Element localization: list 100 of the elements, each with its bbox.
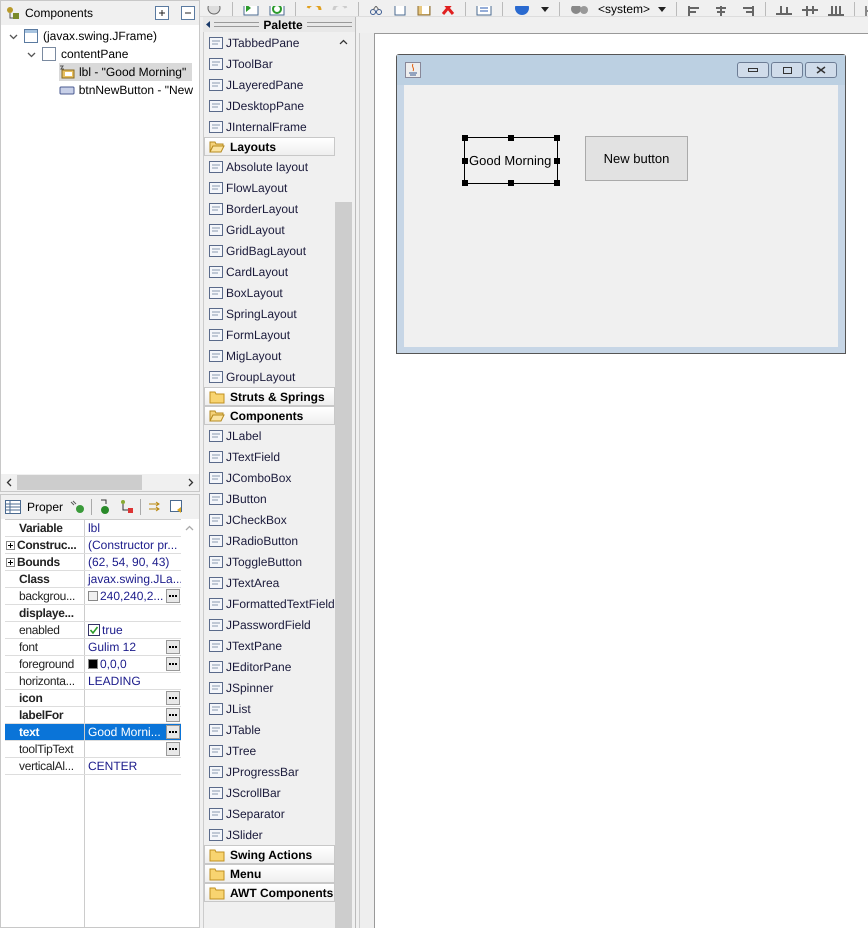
palette-item[interactable]: JInternalFrame [204,116,335,137]
palette-category[interactable]: Menu [204,864,335,883]
align-bottom-icon[interactable] [828,6,844,16]
property-row[interactable]: icon [5,690,181,707]
palette-item[interactable]: CardLayout [204,261,335,282]
ellipsis-button[interactable] [166,691,180,705]
look-and-feel-dropdown[interactable]: <system> [570,0,666,16]
scroll-right-icon[interactable] [188,478,194,487]
palette-item[interactable]: JList [204,698,335,719]
tab-order-icon[interactable] [476,6,492,16]
ellipsis-button[interactable] [166,657,180,671]
palette-item[interactable]: JRadioButton [204,530,335,551]
close-icon[interactable] [816,66,826,74]
palette-item[interactable]: JTabbedPane [204,32,335,53]
property-row[interactable]: toolTipText [5,741,181,758]
palette-item[interactable]: JProgressBar [204,761,335,782]
delete-icon[interactable] [441,6,455,16]
tree-item[interactable]: contentPane [41,45,134,63]
property-value: Gulim 12 [88,639,138,655]
palette-item[interactable]: FlowLayout [204,177,335,198]
refresh-icon[interactable] [269,6,285,16]
palette-item[interactable]: JSeparator [204,803,335,824]
palette-item[interactable]: JDesktopPane [204,95,335,116]
palette-item[interactable]: JToggleButton [204,551,335,572]
palette-item[interactable]: GridLayout [204,219,335,240]
tree-item[interactable]: lbl - "Good Morning" [59,63,192,81]
palette-item[interactable]: JLabel [204,425,335,446]
palette-item[interactable]: GroupLayout [204,366,335,387]
align-top-icon[interactable] [776,6,792,16]
palette-item[interactable]: SpringLayout [204,303,335,324]
palette-item[interactable]: JTree [204,740,335,761]
palette-category[interactable]: Components [204,406,335,425]
palette-category[interactable]: Swing Actions [204,845,335,864]
property-row[interactable]: Bounds (62, 54, 90, 43) [5,554,181,571]
ellipsis-button[interactable] [166,589,180,603]
copy-icon[interactable] [393,6,407,16]
property-row[interactable]: enabled true [5,622,181,639]
collapse-all-icon[interactable] [181,6,195,20]
paste-icon[interactable] [417,6,431,16]
tree-item[interactable]: (javax.swing.JFrame) [23,27,164,45]
palette-item[interactable]: JPasswordField [204,614,335,635]
expand-all-icon[interactable] [155,6,169,20]
scroll-up-icon[interactable] [339,39,348,45]
palette-item[interactable]: GridBagLayout [204,240,335,261]
palette-category[interactable]: AWT Components [204,883,335,902]
palette-item[interactable]: BorderLayout [204,198,335,219]
palette-category[interactable]: Struts & Springs [204,387,335,406]
new-button[interactable]: New button [585,136,688,181]
maximize-button[interactable] [771,62,803,78]
property-row[interactable]: Construc... (Constructor pr... [5,537,181,554]
palette-item[interactable]: JCheckBox [204,509,335,530]
component-icon [208,368,224,384]
palette-item[interactable]: JTable [204,719,335,740]
property-row[interactable]: backgrou... 240,240,2... [5,588,181,605]
ellipsis-button[interactable] [166,640,180,654]
palette-item[interactable]: FormLayout [204,324,335,345]
run-icon[interactable] [243,6,259,16]
align-middle-icon[interactable] [802,6,818,16]
component-icon [208,490,224,506]
property-value: lbl [88,520,102,536]
property-row[interactable]: foreground 0,0,0 [5,656,181,673]
property-row[interactable]: verticalAl... CENTER [5,758,181,775]
tree-item[interactable]: btnNewButton - "New [58,81,199,99]
palette-item[interactable]: JTextArea [204,572,335,593]
expand-icon[interactable] [6,558,15,566]
dropdown-caret-icon[interactable] [541,7,549,12]
ellipsis-button[interactable] [166,725,180,739]
close-button[interactable] [805,62,837,78]
palette-item[interactable]: BoxLayout [204,282,335,303]
scroll-left-icon[interactable] [6,478,12,487]
ellipsis-button[interactable] [166,742,180,756]
property-row[interactable]: Variable lbl [5,520,181,537]
palette-category[interactable]: Layouts [204,137,335,156]
property-row[interactable]: displaye... [5,605,181,622]
horizontal-scrollbar[interactable] [1,474,199,491]
palette-item[interactable]: JLayeredPane [204,74,335,95]
palette-item[interactable]: JEditorPane [204,656,335,677]
palette-item[interactable]: JTextField [204,446,335,467]
palette-item[interactable]: JTextPane [204,635,335,656]
checkbox[interactable] [88,624,100,636]
palette-item[interactable]: JComboBox [204,467,335,488]
ellipsis-button[interactable] [166,708,180,722]
expand-icon[interactable] [6,540,15,550]
palette-item[interactable]: JToolBar [204,53,335,74]
palette-item[interactable]: JFormattedTextField [204,593,335,614]
component-icon [208,428,224,444]
palette-item[interactable]: JScrollBar [204,782,335,803]
component-icon [208,284,224,300]
property-row[interactable]: horizonta... LEADING [5,673,181,690]
scrollbar-thumb[interactable] [17,475,142,490]
property-row[interactable]: font Gulim 12 [5,639,181,656]
palette-item[interactable]: JButton [204,488,335,509]
scrollbar-thumb[interactable] [335,202,352,928]
palette-item[interactable]: JSlider [204,824,335,845]
collapse-palette-icon[interactable] [206,21,210,28]
property-row[interactable]: text Good Morni... [5,724,181,741]
palette-item[interactable]: MigLayout [204,345,335,366]
palette-item[interactable]: Absolute layout [204,156,335,177]
minimize-button[interactable] [737,62,769,78]
palette-item[interactable]: JSpinner [204,677,335,698]
